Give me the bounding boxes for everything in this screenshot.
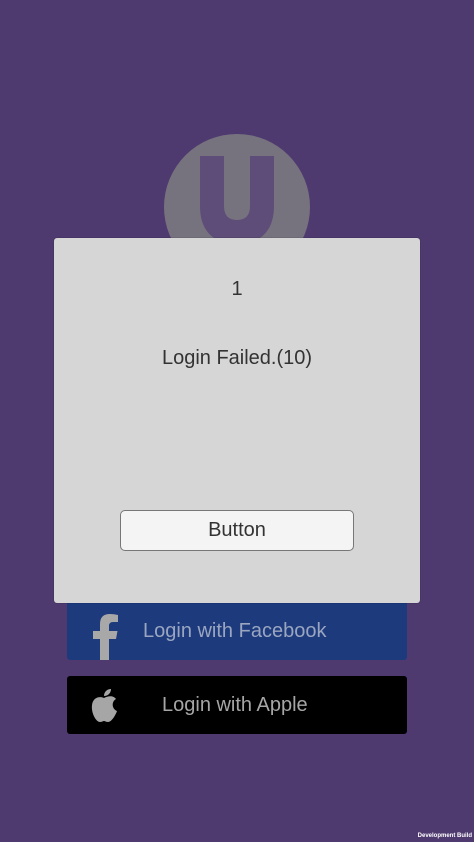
dialog-title: 1: [231, 278, 243, 300]
login-apple-button[interactable]: Login with Apple: [67, 676, 407, 734]
dialog-confirm-button[interactable]: Button: [120, 510, 354, 551]
dialog-message: Login Failed.(10): [161, 347, 313, 369]
development-build-watermark: Development Build: [417, 833, 472, 839]
facebook-button-label: Login with Facebook: [143, 620, 327, 642]
apple-button-label: Login with Apple: [162, 694, 308, 716]
facebook-icon: [91, 614, 121, 660]
apple-icon: [89, 689, 119, 723]
error-dialog: 1 Login Failed.(10) Button: [54, 238, 420, 603]
